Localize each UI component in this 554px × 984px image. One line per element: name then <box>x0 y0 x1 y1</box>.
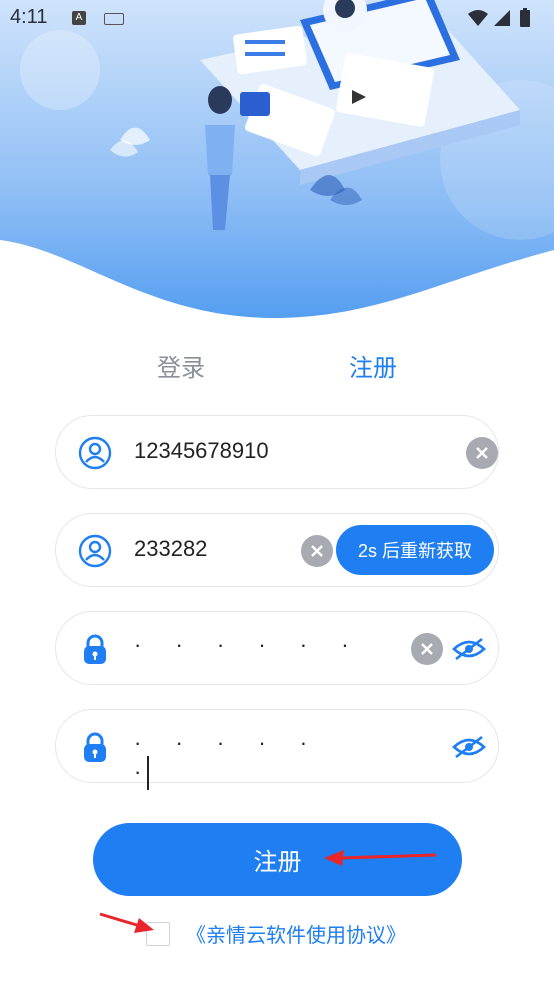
password-field[interactable]: · · · · · · <box>55 611 499 685</box>
verification-code-field[interactable]: 233282 2s 后重新获取 <box>55 513 499 587</box>
register-submit-button[interactable]: 注册 <box>93 823 462 896</box>
eye-off-icon[interactable] <box>452 637 486 661</box>
user-icon <box>78 436 112 470</box>
clear-icon <box>476 447 488 459</box>
clear-icon <box>311 545 323 557</box>
header-illustration <box>0 0 554 330</box>
tab-register[interactable]: 注册 <box>349 348 397 383</box>
lock-icon <box>84 634 106 664</box>
keyboard-icon <box>104 13 124 25</box>
status-bar: 4:11 A <box>0 0 554 38</box>
clear-icon <box>421 643 433 655</box>
confirm-password-input[interactable]: · · · · · · <box>134 730 357 790</box>
agreement-link[interactable]: 《亲情云软件使用协议》 <box>186 919 406 948</box>
status-time: 4:11 <box>10 6 48 28</box>
agreement-checkbox[interactable] <box>146 922 170 946</box>
user-icon <box>78 534 112 568</box>
resend-code-button[interactable]: 2s 后重新获取 <box>336 525 494 575</box>
password-input[interactable]: · · · · · · <box>134 632 363 658</box>
tab-login[interactable]: 登录 <box>157 348 205 383</box>
lock-icon <box>84 732 106 762</box>
a-badge-icon: A <box>72 11 86 25</box>
clear-code-button[interactable] <box>301 535 333 567</box>
status-icons <box>466 8 546 34</box>
verification-code-input[interactable]: 233282 <box>134 536 207 562</box>
clear-password-button[interactable] <box>411 633 443 665</box>
auth-tabs: 登录 注册 <box>0 340 554 390</box>
confirm-password-field[interactable]: · · · · · · <box>55 709 499 790</box>
clear-phone-button[interactable] <box>466 437 498 469</box>
eye-off-icon[interactable] <box>452 735 486 759</box>
text-caret <box>147 756 150 790</box>
wifi-icon <box>468 10 488 26</box>
phone-input[interactable]: 12345678910 <box>134 438 269 464</box>
signal-icon <box>494 10 510 26</box>
battery-icon <box>520 10 530 27</box>
phone-field[interactable]: 12345678910 <box>55 415 499 489</box>
